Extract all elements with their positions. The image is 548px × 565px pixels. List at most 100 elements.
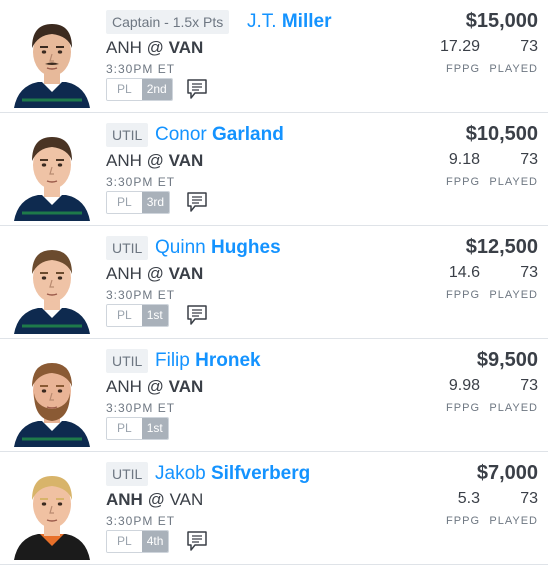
player-last-name: Hughes	[210, 237, 281, 258]
power-line-label: PL	[107, 531, 142, 552]
player-salary: $7,000	[476, 462, 538, 484]
player-name[interactable]: Filip Hronek	[155, 348, 261, 374]
power-line-rank: 2nd	[141, 79, 172, 100]
games-played-value: 73	[520, 377, 538, 394]
game-time: 3:30PM ET	[106, 175, 176, 189]
player-last-name: Silfverberg	[210, 463, 311, 484]
home-team: VAN	[168, 264, 204, 283]
news-icon[interactable]	[186, 304, 208, 326]
at-symbol: @	[146, 264, 164, 283]
games-played-label: PLAYED	[489, 515, 538, 527]
roster-position-badge: Captain - 1.5x Pts	[106, 10, 230, 34]
game-time: 3:30PM ET	[106, 514, 176, 528]
player-first-name: Jakob	[155, 463, 206, 484]
player-name[interactable]: Jakob Silfverberg	[155, 461, 310, 487]
away-team: ANH	[106, 490, 143, 509]
power-line-rank: 1st	[141, 305, 168, 326]
player-first-name: Filip	[155, 350, 190, 371]
power-line-badge: PL 1st	[106, 304, 169, 327]
power-line-rank: 1st	[141, 418, 168, 439]
power-line-rank: 4th	[141, 531, 169, 552]
games-played-value: 73	[520, 151, 538, 168]
games-played-value: 73	[520, 490, 538, 507]
player-avatar	[10, 8, 94, 108]
game-matchup: ANH @ VAN	[106, 37, 203, 59]
fppg-value: 14.6	[448, 264, 480, 281]
power-line-rank: 3rd	[141, 192, 170, 213]
home-team: VAN	[168, 151, 204, 170]
fppg-label: FPPG	[446, 289, 480, 301]
news-icon[interactable]	[186, 191, 208, 213]
away-team: ANH	[106, 38, 142, 57]
roster-position-badge: UTIL	[106, 123, 149, 147]
game-matchup: ANH @ VAN	[106, 263, 203, 285]
power-line-badge: PL 3rd	[106, 191, 171, 214]
roster-position-badge: UTIL	[106, 236, 149, 260]
power-line-label: PL	[107, 192, 142, 213]
at-symbol: @	[146, 38, 164, 57]
player-salary: $10,500	[465, 123, 538, 145]
fppg-value: 9.98	[448, 377, 480, 394]
player-first-name: Quinn	[155, 237, 206, 258]
player-avatar	[10, 121, 94, 221]
player-row[interactable]: UTIL Conor Garland ANH @ VAN 3:30PM ET PL 3rd…	[0, 113, 548, 226]
power-line-badge: PL 1st	[106, 417, 169, 440]
player-avatar	[10, 460, 94, 560]
player-name[interactable]: Quinn Hughes	[155, 235, 281, 261]
power-line-badge: PL 2nd	[106, 78, 173, 101]
player-row[interactable]: Captain - 1.5x Pts J.T. Miller ANH @ VAN 3:…	[0, 0, 548, 113]
player-avatar	[10, 234, 94, 334]
power-line-label: PL	[107, 79, 142, 100]
home-team: VAN	[169, 490, 204, 509]
player-row[interactable]: UTIL Jakob Silfverberg ANH @ VAN 3:30PM ET P…	[0, 452, 548, 565]
roster-position-badge: UTIL	[106, 349, 149, 373]
player-salary: $15,000	[465, 10, 538, 32]
games-played-label: PLAYED	[489, 289, 538, 301]
player-avatar	[10, 347, 94, 447]
game-time: 3:30PM ET	[106, 288, 176, 302]
player-last-name: Miller	[281, 11, 332, 32]
fppg-label: FPPG	[446, 515, 480, 527]
player-list: Captain - 1.5x Pts J.T. Miller ANH @ VAN 3:…	[0, 0, 548, 565]
at-symbol: @	[147, 490, 165, 509]
away-team: ANH	[106, 264, 142, 283]
games-played-label: PLAYED	[489, 176, 538, 188]
fppg-label: FPPG	[446, 63, 480, 75]
at-symbol: @	[146, 151, 164, 170]
news-icon[interactable]	[186, 530, 208, 552]
player-first-name: J.T.	[247, 11, 277, 32]
games-played-value: 73	[520, 264, 538, 281]
away-team: ANH	[106, 377, 142, 396]
player-first-name: Conor	[155, 124, 207, 145]
games-played-label: PLAYED	[489, 63, 538, 75]
game-time: 3:30PM ET	[106, 401, 176, 415]
game-matchup: ANH @ VAN	[106, 376, 203, 398]
fppg-value: 5.3	[457, 490, 480, 507]
player-row[interactable]: UTIL Filip Hronek ANH @ VAN 3:30PM ET PL 1st $…	[0, 339, 548, 452]
player-salary: $9,500	[476, 349, 538, 371]
games-played-value: 73	[520, 38, 538, 55]
fppg-value: 9.18	[448, 151, 480, 168]
games-played-label: PLAYED	[489, 402, 538, 414]
fppg-value: 17.29	[439, 38, 480, 55]
player-name[interactable]: J.T. Miller	[247, 9, 331, 35]
news-icon[interactable]	[186, 78, 208, 100]
game-matchup: ANH @ VAN	[106, 489, 203, 511]
player-salary: $12,500	[465, 236, 538, 258]
home-team: VAN	[168, 38, 204, 57]
game-time: 3:30PM ET	[106, 62, 176, 76]
game-matchup: ANH @ VAN	[106, 150, 203, 172]
at-symbol: @	[146, 377, 164, 396]
fppg-label: FPPG	[446, 176, 480, 188]
power-line-label: PL	[107, 305, 142, 326]
power-line-label: PL	[107, 418, 142, 439]
away-team: ANH	[106, 151, 142, 170]
player-last-name: Garland	[212, 124, 284, 145]
power-line-badge: PL 4th	[106, 530, 170, 553]
player-name[interactable]: Conor Garland	[155, 122, 284, 148]
roster-position-badge: UTIL	[106, 462, 149, 486]
home-team: VAN	[168, 377, 204, 396]
fppg-label: FPPG	[446, 402, 480, 414]
player-last-name: Hronek	[195, 350, 261, 371]
player-row[interactable]: UTIL Quinn Hughes ANH @ VAN 3:30PM ET PL 1st $…	[0, 226, 548, 339]
